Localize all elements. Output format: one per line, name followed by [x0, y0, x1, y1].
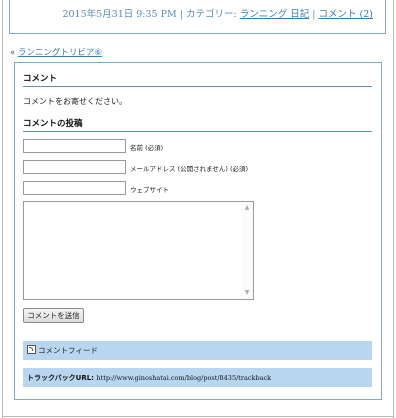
post-date: 2015年5月31日 9:35 PM	[62, 9, 177, 20]
comments-count-link[interactable]: コメント (2)	[319, 9, 373, 20]
page-frame-right	[393, 0, 394, 418]
email-label: メールアドレス (公開されません) (必須)	[130, 165, 249, 173]
name-input[interactable]	[23, 139, 126, 153]
scroll-down-arrow-icon[interactable]: ▼	[243, 289, 251, 297]
submit-comment-button[interactable]: コメントを送信	[23, 308, 84, 323]
name-label: 名前 (必須)	[130, 144, 164, 152]
meta-separator: |	[309, 9, 319, 20]
previous-post-link[interactable]: ランニングトリビア⑥	[18, 48, 102, 58]
comment-form-heading: コメントの投稿	[23, 117, 372, 132]
page-frame-bottom	[2, 416, 394, 417]
trackback-label: トラックバックURL:	[27, 374, 97, 382]
comments-heading: コメント	[23, 72, 372, 87]
comments-message: コメントをお寄せください。	[23, 97, 127, 106]
page-frame-left	[2, 0, 3, 418]
comment-feed-link[interactable]: コメントフィード	[38, 346, 98, 355]
post-meta: 2015年5月31日 9:35 PM | カテゴリー: ランニング 日記 | コ…	[62, 6, 373, 20]
website-label: ウェブサイト	[130, 186, 169, 194]
comments-section: コメント コメントをお寄せください。 コメントの投稿 名前 (必須) メールアド…	[14, 62, 382, 400]
trackback-bar: トラックバックURL: http://www.ginoshatai.com/bl…	[23, 368, 372, 387]
comment-feed-bar: コメントフィード	[23, 341, 372, 360]
trackback-url: http://www.ginoshatai.com/blog/post/8435…	[96, 374, 272, 382]
textarea-scrollbar[interactable]: ▲ ▼	[241, 202, 253, 299]
scroll-up-arrow-icon[interactable]: ▲	[243, 204, 251, 212]
category-prefix: カテゴリー:	[186, 9, 240, 20]
previous-post-nav: « ランニングトリビア⑥	[10, 46, 102, 58]
website-input[interactable]	[23, 181, 126, 195]
prev-arrow: «	[10, 48, 18, 58]
comment-textarea[interactable]: ▲ ▼	[23, 201, 254, 300]
category-link[interactable]: ランニング 日記	[240, 9, 310, 20]
rss-feed-icon	[27, 345, 36, 354]
post-footer-box: 2015年5月31日 9:35 PM | カテゴリー: ランニング 日記 | コ…	[9, 0, 386, 34]
email-input[interactable]	[23, 160, 126, 174]
meta-separator: |	[176, 9, 186, 20]
